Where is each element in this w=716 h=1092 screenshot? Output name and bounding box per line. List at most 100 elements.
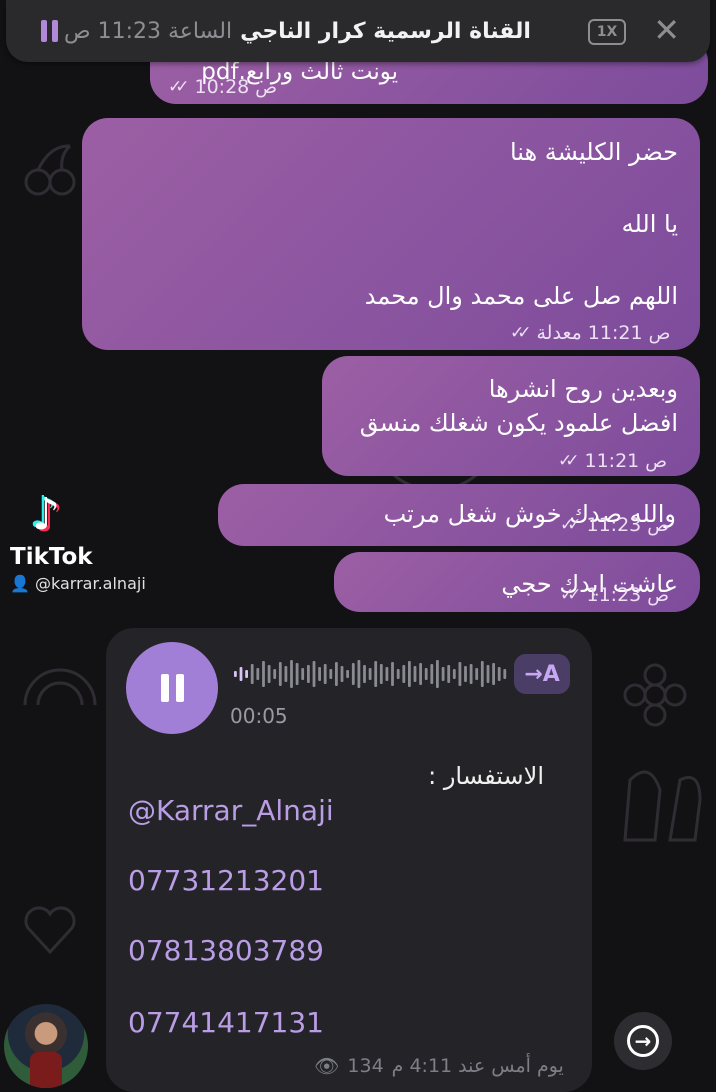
waveform-bar <box>307 665 310 683</box>
message-bubble[interactable]: والله صدك خوش شغل مرتب ✓✓ 11:23 ص <box>218 484 700 546</box>
voice-waveform[interactable] <box>234 658 509 690</box>
message-time: 11:21 <box>584 450 640 472</box>
waveform-bar <box>391 662 394 686</box>
waveform-bar <box>464 666 467 682</box>
message-line: يا الله <box>621 210 678 238</box>
waveform-bar <box>295 663 299 685</box>
audio-player-bar[interactable]: القناة الرسمية كرار الناجي الساعة 11:23 … <box>6 0 710 62</box>
voice-pause-button[interactable] <box>126 642 218 734</box>
waveform-bar <box>262 661 265 687</box>
contact-phone-link[interactable]: 07731213201 <box>128 864 324 897</box>
message-line: افضل علمود يكون شغلك منسق <box>359 409 678 437</box>
forward-button[interactable]: → <box>614 1012 672 1070</box>
waveform-bar <box>318 667 321 681</box>
message-meta: ✓✓ 10:28 ص <box>168 76 277 98</box>
heart-doodle <box>24 906 76 955</box>
waveform-bar <box>351 663 355 685</box>
waveform-bar <box>408 661 411 687</box>
waveform-bar <box>402 665 406 683</box>
waveform-bar <box>413 666 417 682</box>
avatar[interactable] <box>4 1004 88 1088</box>
waveform-bar <box>250 664 254 684</box>
tiktok-logo-icon: ♪ <box>32 489 61 540</box>
waveform-bar <box>323 664 327 684</box>
waveform-bar <box>379 664 383 684</box>
waveform-bar <box>374 661 378 687</box>
message-text: وبعدين روح انشرها افضل علمود يكون شغلك م… <box>322 356 700 440</box>
waveform-bar <box>486 665 490 683</box>
message-bubble[interactable]: حضر الكليشة هنا يا الله اللهم صل على محم… <box>82 118 700 350</box>
message-line: حضر الكليشة هنا <box>509 138 678 166</box>
flower-doodle <box>623 663 687 727</box>
waveform-bar <box>301 668 305 680</box>
tiktok-brand: TikTok <box>10 544 93 570</box>
waveform-bar <box>346 670 349 678</box>
waveform-bar <box>503 669 507 679</box>
waveform-bar <box>234 671 237 677</box>
waveform-bar <box>469 664 473 684</box>
views-eye-icon: 👁 <box>314 1054 340 1078</box>
message-meta: ✓✓ 11:23 ص <box>560 584 669 606</box>
waveform-bar <box>419 663 422 685</box>
player-time: الساعة 11:23 ص <box>64 18 233 44</box>
playback-speed-button[interactable]: 1X <box>588 19 626 45</box>
tiktok-handle-row: 👤 @karrar.alnaji <box>10 574 160 593</box>
waveform-bar <box>385 667 389 681</box>
message-ampm: ص <box>647 584 670 606</box>
tiktok-watermark: ♪ TikTok 👤 @karrar.alnaji <box>10 489 160 594</box>
waveform-bar <box>256 668 260 680</box>
message-line: وبعدين روح انشرها <box>488 375 678 403</box>
waveform-bar <box>497 667 501 681</box>
message-time: 10:28 <box>194 76 250 98</box>
waveform-bar <box>284 666 288 682</box>
waveform-bar <box>363 665 366 683</box>
message-bubble[interactable]: وبعدين روح انشرها افضل علمود يكون شغلك م… <box>322 356 700 476</box>
read-checks-icon: ✓✓ <box>510 323 531 343</box>
voice-message-bubble[interactable]: 00:05 →A الاستفسار : @Karrar_Alnaji 0773… <box>106 628 592 1092</box>
message-time: 11:23 <box>586 584 642 606</box>
message-text: حضر الكليشة هنا يا الله اللهم صل على محم… <box>82 118 700 314</box>
waveform-bar <box>441 667 445 681</box>
edited-label: معدلة <box>536 322 582 344</box>
waveform-bar <box>312 661 316 687</box>
contact-phone-link[interactable]: 07813803789 <box>128 934 324 967</box>
player-title: القناة الرسمية كرار الناجي <box>240 18 531 44</box>
message-line: اللهم صل على محمد وال محمد <box>364 282 678 310</box>
waveform-bar <box>452 669 456 679</box>
message-line <box>104 242 678 278</box>
message-meta: ✓✓ معدلة 11:21 ص <box>510 322 670 344</box>
waveform-bar <box>245 670 248 678</box>
transcribe-button[interactable]: →A <box>514 654 570 694</box>
message-ampm: ص <box>645 450 668 472</box>
message-line <box>104 170 678 206</box>
read-checks-icon: ✓✓ <box>560 515 581 535</box>
waveform-bar <box>396 669 400 679</box>
rainbow-doodle <box>23 668 97 706</box>
message-meta: ✓✓ 11:23 ص <box>560 514 669 536</box>
waveform-bar <box>267 665 271 683</box>
contact-phone-link[interactable]: 07741417131 <box>128 1006 324 1039</box>
post-date: يوم أمس عند 4:11 م <box>391 1055 564 1077</box>
waveform-bar <box>239 667 243 681</box>
read-checks-icon: ✓✓ <box>560 585 581 605</box>
message-bubble[interactable]: عاشت ايدك حجي ✓✓ 11:23 ص <box>334 552 700 612</box>
waveform-bar <box>492 663 495 685</box>
cherry-doodle <box>24 144 76 196</box>
message-footer: 👁 134 يوم أمس عند 4:11 م <box>314 1054 564 1078</box>
waveform-bar <box>480 661 484 687</box>
message-meta: ✓✓ 11:21 ص <box>558 450 667 472</box>
forward-arrow-icon: → <box>627 1025 659 1057</box>
waveform-bar <box>335 662 338 686</box>
waveform-bar <box>368 668 372 680</box>
voice-duration: 00:05 <box>230 704 288 728</box>
read-checks-icon: ✓✓ <box>168 77 189 97</box>
waveform-bar <box>340 666 344 682</box>
views-count: 134 <box>347 1055 384 1077</box>
waveform-bar <box>447 665 451 683</box>
message-ampm: ص <box>647 514 670 536</box>
waveform-bar <box>458 662 462 686</box>
pause-icon[interactable] <box>34 16 64 46</box>
close-icon[interactable]: ✕ <box>653 14 680 46</box>
tiktok-handle: @karrar.alnaji <box>35 574 146 593</box>
contact-username-link[interactable]: @Karrar_Alnaji <box>128 794 334 827</box>
